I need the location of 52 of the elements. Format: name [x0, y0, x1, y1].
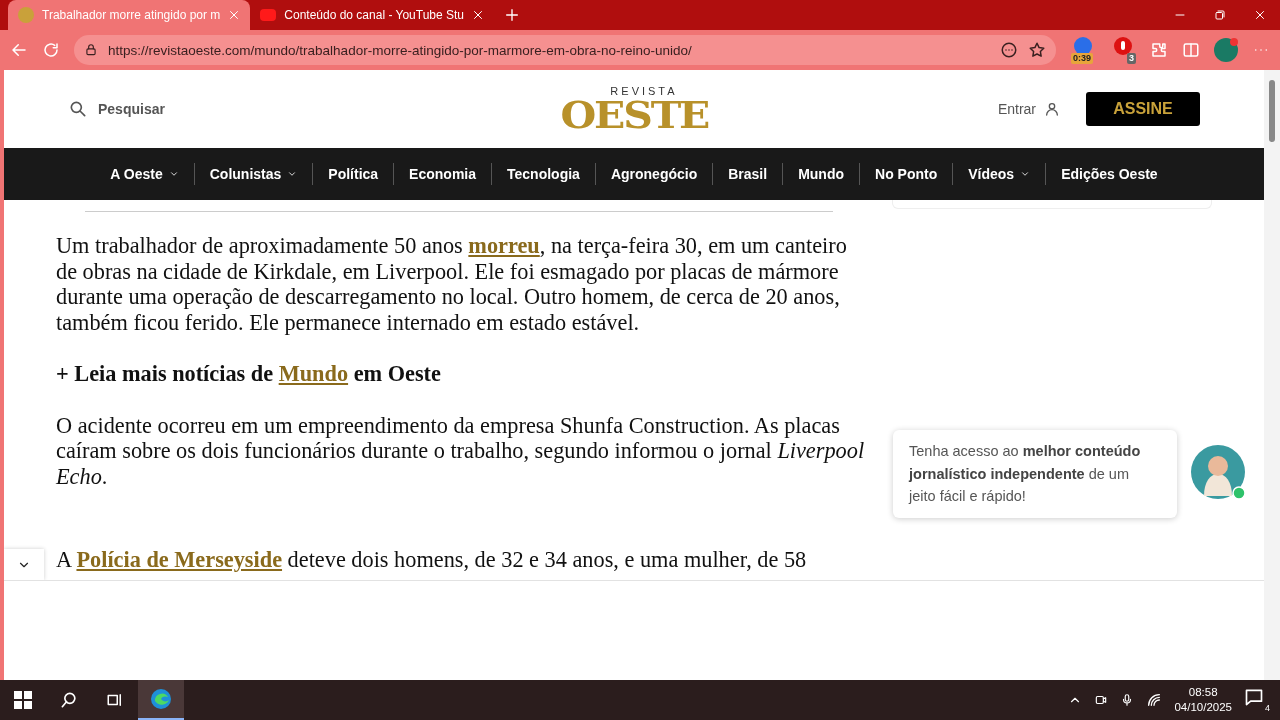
browser-taskbar-button[interactable] — [138, 680, 184, 720]
article-link[interactable]: Polícia de Merseyside — [76, 547, 283, 572]
user-icon — [1044, 101, 1060, 117]
subscribe-button[interactable]: ASSINE — [1086, 92, 1200, 126]
article-link[interactable]: Mundo — [278, 361, 349, 386]
logo-subtitle: REVISTA — [610, 85, 678, 97]
scrollbar[interactable] — [1264, 70, 1280, 680]
lock-icon — [84, 43, 98, 57]
avatar[interactable] — [1190, 444, 1246, 500]
nav-item[interactable]: Economia — [394, 166, 491, 182]
nav-item[interactable]: No Ponto — [860, 166, 953, 182]
nav-item[interactable]: Agronegócio — [595, 166, 713, 182]
camera-icon[interactable] — [1094, 693, 1109, 707]
back-icon[interactable] — [10, 41, 28, 59]
search-link[interactable]: Pesquisar — [98, 101, 165, 117]
nav-item[interactable]: Tecnologia — [492, 166, 595, 182]
split-screen-icon[interactable] — [1182, 41, 1200, 59]
article-link[interactable]: morreu — [468, 233, 540, 258]
nav-item[interactable]: Colunistas — [194, 166, 313, 182]
new-tab-icon[interactable] — [504, 7, 520, 23]
article-paragraph: O acidente ocorreu em um empreendimento da empresa Shunfa Construction. As placas caíram sobre os dois funcionários durante o trabalho, segundo informou o jornal Liverpool Echo. — [56, 412, 866, 489]
nav-item[interactable]: Vídeos — [953, 166, 1046, 182]
more-options-icon[interactable] — [1000, 41, 1018, 59]
browser-logo-icon — [149, 687, 173, 711]
login-button[interactable]: Entrar — [991, 100, 1066, 118]
close-icon[interactable] — [472, 9, 484, 21]
restore-icon[interactable] — [1214, 9, 1226, 21]
nav-item[interactable]: Mundo — [783, 166, 859, 182]
search-icon — [59, 690, 79, 710]
wifi-icon[interactable] — [1146, 692, 1163, 708]
browser-tab[interactable]: Conteúdo do canal - YouTube Stu — [250, 0, 494, 30]
nav-item[interactable]: Brasil — [713, 166, 783, 182]
task-view-icon — [106, 691, 124, 709]
clock[interactable]: 08:58 04/10/2025 — [1174, 685, 1232, 715]
windows-logo-icon — [14, 691, 32, 709]
article-paragraph: Um trabalhador de aproximadamente 50 anos morreu, na terça-feira 30, em um canteiro de obras na cidade de Kirkdale, em Liverpool. Ele foi esmagado por placas de mármore durante uma operação de descarregamento no local. Outro homem, de cerca de 20 anos, também ficou ferido. Ele permanece internado em estado estável. — [56, 233, 848, 335]
play-icon — [260, 9, 277, 21]
address-bar[interactable]: https://revistaoeste.com/mundo/trabalhador-morre-atingido-por-marmore-em-obra-no-reino-unido/ — [74, 35, 1056, 65]
nav-item[interactable]: Política — [313, 166, 394, 182]
nav-item[interactable]: Edições Oeste — [1046, 166, 1173, 182]
subscription-popup[interactable]: Tenha acesso ao melhor conteúdo jornalístico independente de um jeito fácil e rápido! — [893, 430, 1177, 518]
article-paragraph: A Polícia de Merseyside deteve dois homens, de 32 e 34 anos, e uma mulher, de 58 — [56, 547, 808, 573]
related-news-line: + Leia mais notícias de Mundo em Oeste — [56, 361, 442, 387]
notification-button[interactable]: 4 — [1244, 687, 1270, 713]
close-icon[interactable] — [1254, 9, 1266, 21]
puzzle-icon[interactable] — [1150, 41, 1168, 59]
nav-item[interactable]: A Oeste — [95, 166, 194, 182]
message-icon — [1244, 687, 1264, 707]
reload-icon[interactable] — [42, 41, 60, 59]
star-icon[interactable] — [1028, 41, 1046, 59]
site-favicon-icon — [18, 7, 34, 23]
search-icon — [68, 99, 88, 119]
